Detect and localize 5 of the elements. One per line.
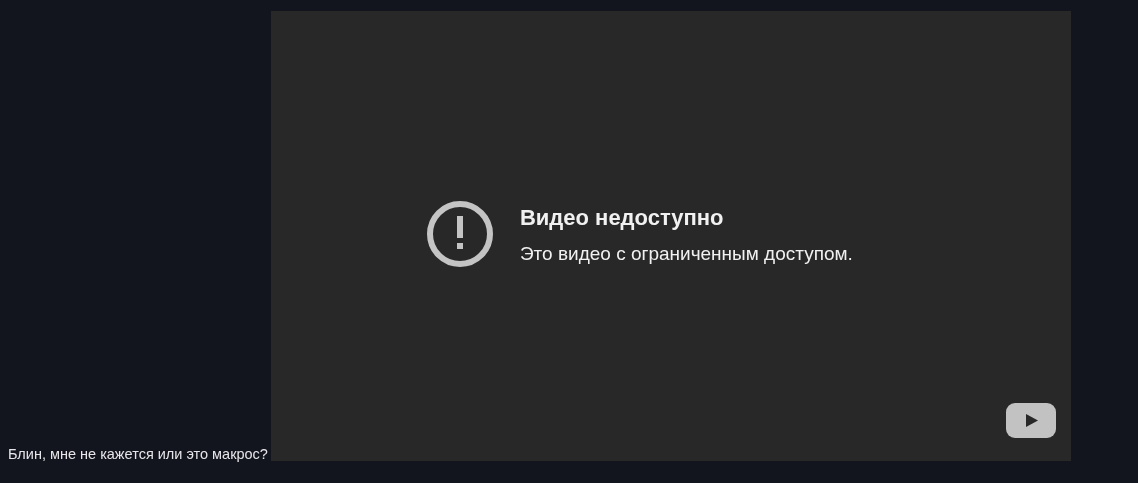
- video-message: Это видео с ограниченным доступом.: [519, 242, 853, 266]
- play-logo-icon[interactable]: [1005, 403, 1056, 438]
- video-title: Видео недоступно: [519, 204, 725, 232]
- warning-icon: [424, 199, 495, 269]
- post-text: Блин, мне не кажется или это макрос?: [8, 445, 268, 463]
